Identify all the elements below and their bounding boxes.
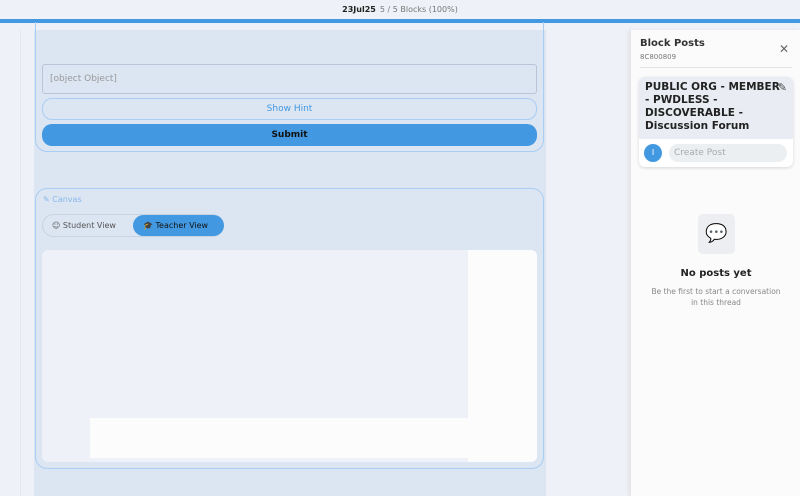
empty-title: No posts yet [680,268,752,279]
canvas-label: ✎ Canvas [43,195,82,204]
show-hint-button[interactable]: Show Hint [42,98,537,120]
divider [640,67,792,68]
block-posts-panel: Block Posts 8C800809 ✕ PUBLIC ORG - MEMB… [630,30,800,496]
student-view-tab[interactable]: ☺ Student View [52,214,116,237]
pencil-icon[interactable]: ✎ [778,81,787,94]
block-id: 8C800809 [640,53,677,61]
teacher-view-tab[interactable]: 🎓 Teacher View [133,215,224,236]
empty-subtitle: Be the first to start a conversation in … [651,287,781,307]
answer-input[interactable]: [object Object] [42,64,537,94]
forum-title: PUBLIC ORG - MEMBER - PWDLESS - DISCOVER… [639,77,793,139]
forum-card: PUBLIC ORG - MEMBER - PWDLESS - DISCOVER… [639,77,793,167]
graduation-cap-icon: 🎓 [143,221,156,230]
panel-title: Block Posts [640,38,705,49]
progress-text: 5 / 5 Blocks (100%) [379,5,458,14]
top-bar: 23Jul25 5 / 5 Blocks (100%) [0,0,800,20]
canvas-area [468,250,537,462]
canvas-area [90,418,468,458]
chat-bubbles-icon: 💬 [698,214,735,254]
create-post-input[interactable]: Create Post [669,144,787,162]
avatar: I [644,144,662,162]
pen-icon: ✎ [43,195,53,204]
student-face-icon: ☺ [52,221,63,230]
close-icon[interactable]: ✕ [779,42,789,56]
course-title: 23Jul25 [342,5,376,14]
drawing-canvas[interactable] [42,250,537,462]
submit-button[interactable]: Submit [42,124,537,146]
